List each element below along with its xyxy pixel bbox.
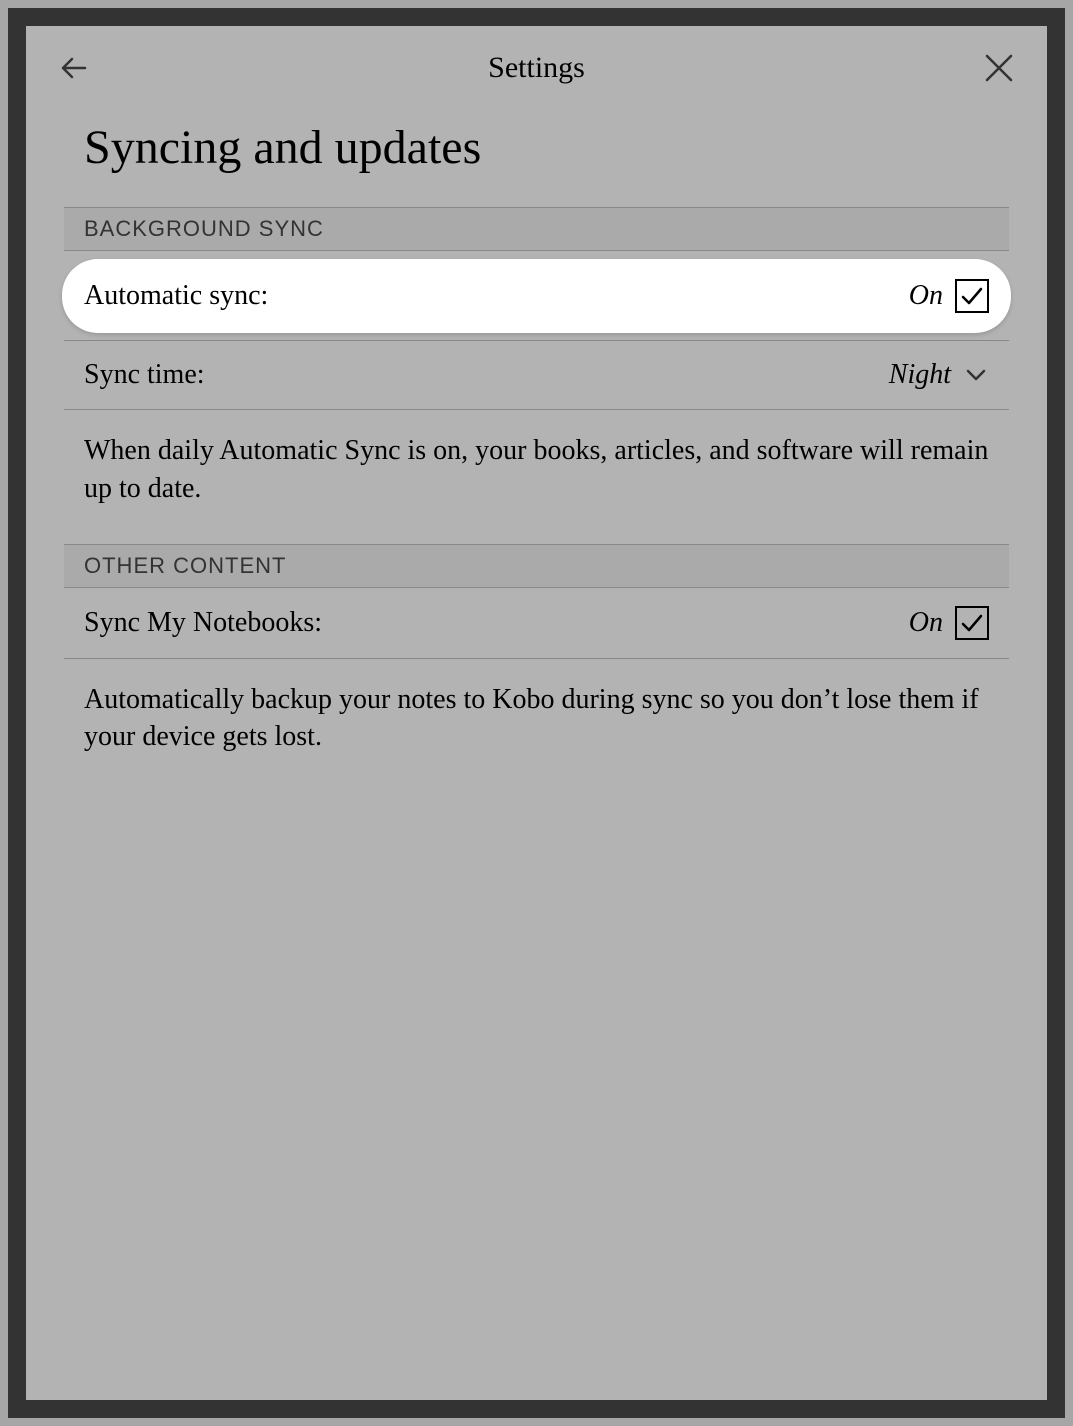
checkmark-icon	[959, 610, 985, 636]
page-title: Syncing and updates	[26, 102, 1047, 207]
header-bar: Settings	[26, 26, 1047, 102]
close-icon	[983, 52, 1015, 84]
device-frame: Settings Syncing and updates BACKGROUND …	[8, 8, 1065, 1418]
automatic-sync-value-group: On	[909, 279, 989, 313]
sync-notebooks-state: On	[909, 607, 943, 639]
sync-notebooks-value-group: On	[909, 606, 989, 640]
sync-notebooks-checkbox[interactable]	[955, 606, 989, 640]
automatic-sync-state: On	[909, 280, 943, 312]
checkmark-icon	[959, 283, 985, 309]
background-sync-description: When daily Automatic Sync is on, your bo…	[64, 410, 1009, 544]
sync-notebooks-row[interactable]: Sync My Notebooks: On	[64, 588, 1009, 659]
sync-time-value: Night	[889, 359, 951, 391]
automatic-sync-label: Automatic sync:	[84, 280, 268, 312]
section-header-background-sync: BACKGROUND SYNC	[64, 207, 1009, 251]
sync-time-value-group: Night	[889, 359, 989, 391]
sync-time-label: Sync time:	[84, 359, 205, 391]
chevron-down-icon	[963, 362, 989, 388]
screen: Settings Syncing and updates BACKGROUND …	[26, 26, 1047, 1400]
automatic-sync-row[interactable]: Automatic sync: On	[62, 259, 1011, 333]
section-header-other-content: OTHER CONTENT	[64, 544, 1009, 588]
close-button[interactable]	[979, 48, 1019, 88]
other-content-description: Automatically backup your notes to Kobo …	[64, 659, 1009, 793]
sync-time-row[interactable]: Sync time: Night	[64, 341, 1009, 410]
sync-notebooks-label: Sync My Notebooks:	[84, 607, 322, 639]
back-button[interactable]	[54, 48, 94, 88]
back-arrow-icon	[57, 51, 91, 85]
automatic-sync-checkbox[interactable]	[955, 279, 989, 313]
header-title: Settings	[94, 51, 979, 85]
